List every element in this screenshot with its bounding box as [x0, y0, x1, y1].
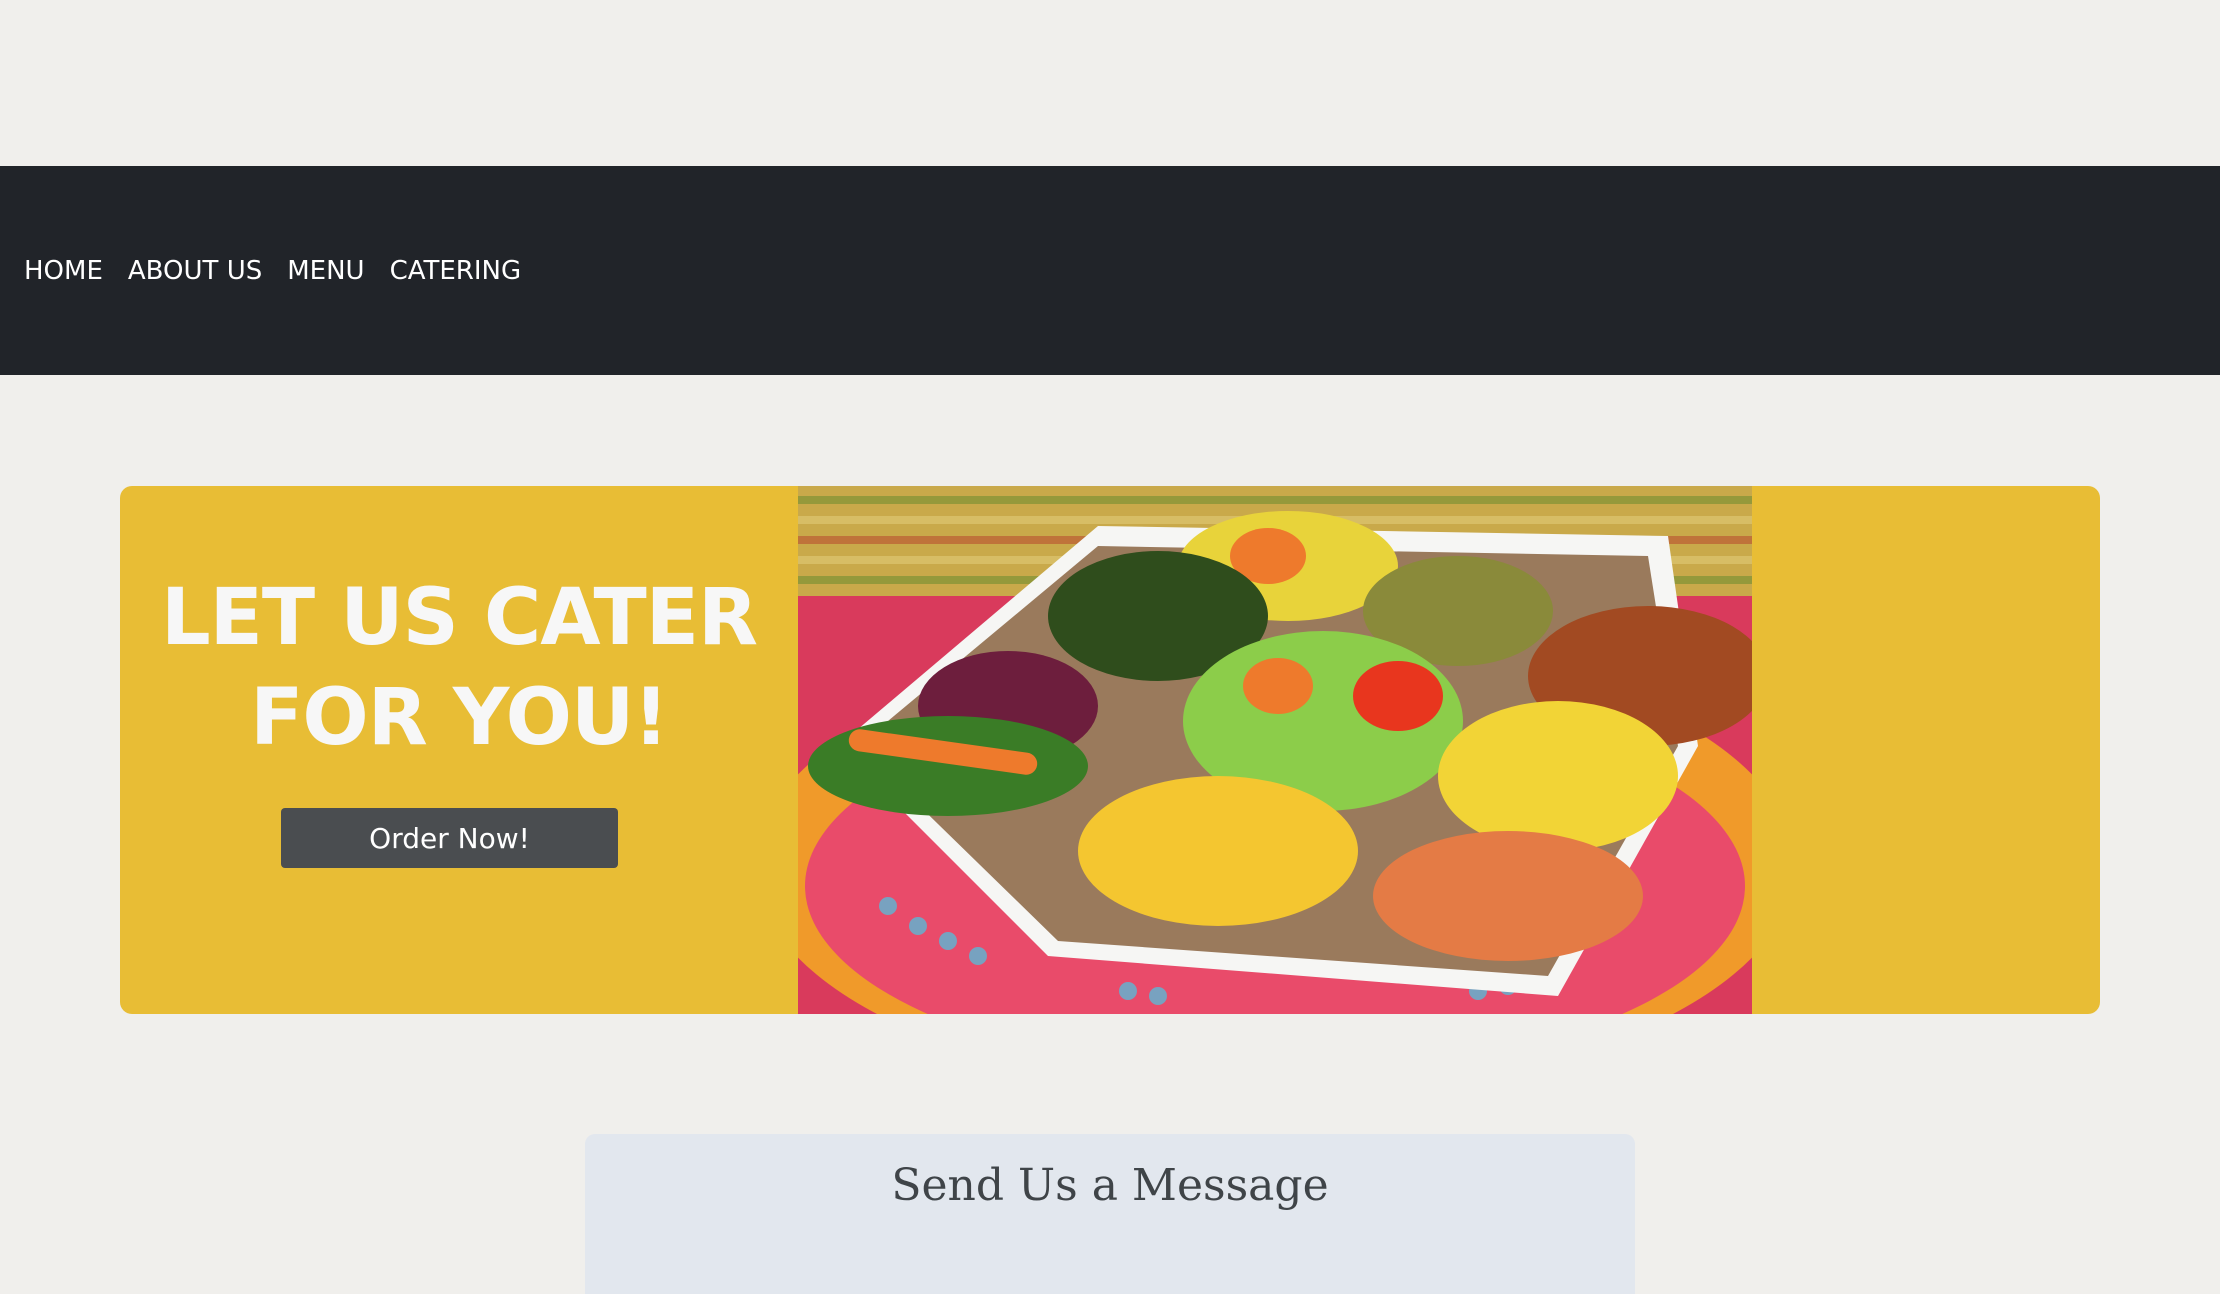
nav-home-link[interactable]: HOME: [24, 256, 103, 286]
nav-menu-link[interactable]: MENU: [287, 256, 364, 286]
hero-text-panel: LET US CATER FOR YOU! Order Now!: [120, 486, 798, 1014]
navbar: HOME ABOUT US MENU CATERING: [0, 166, 2220, 375]
hero-title-line-1: LET US CATER: [160, 573, 758, 663]
hero-title-line-2: FOR YOU!: [250, 673, 669, 763]
order-now-button[interactable]: Order Now!: [281, 808, 618, 868]
contact-message-card: Send Us a Message: [585, 1134, 1635, 1294]
top-spacer: [0, 0, 2220, 166]
food-platter-illustration: [798, 486, 1752, 1014]
nav-catering-link[interactable]: CATERING: [390, 256, 522, 286]
hero-title: LET US CATER FOR YOU!: [120, 568, 798, 768]
contact-section-title: Send Us a Message: [891, 1160, 1329, 1211]
food-platter-image: [798, 486, 1752, 1014]
nav-about-us-link[interactable]: ABOUT US: [128, 256, 262, 286]
catering-hero-banner: LET US CATER FOR YOU! Order Now!: [120, 486, 2100, 1014]
